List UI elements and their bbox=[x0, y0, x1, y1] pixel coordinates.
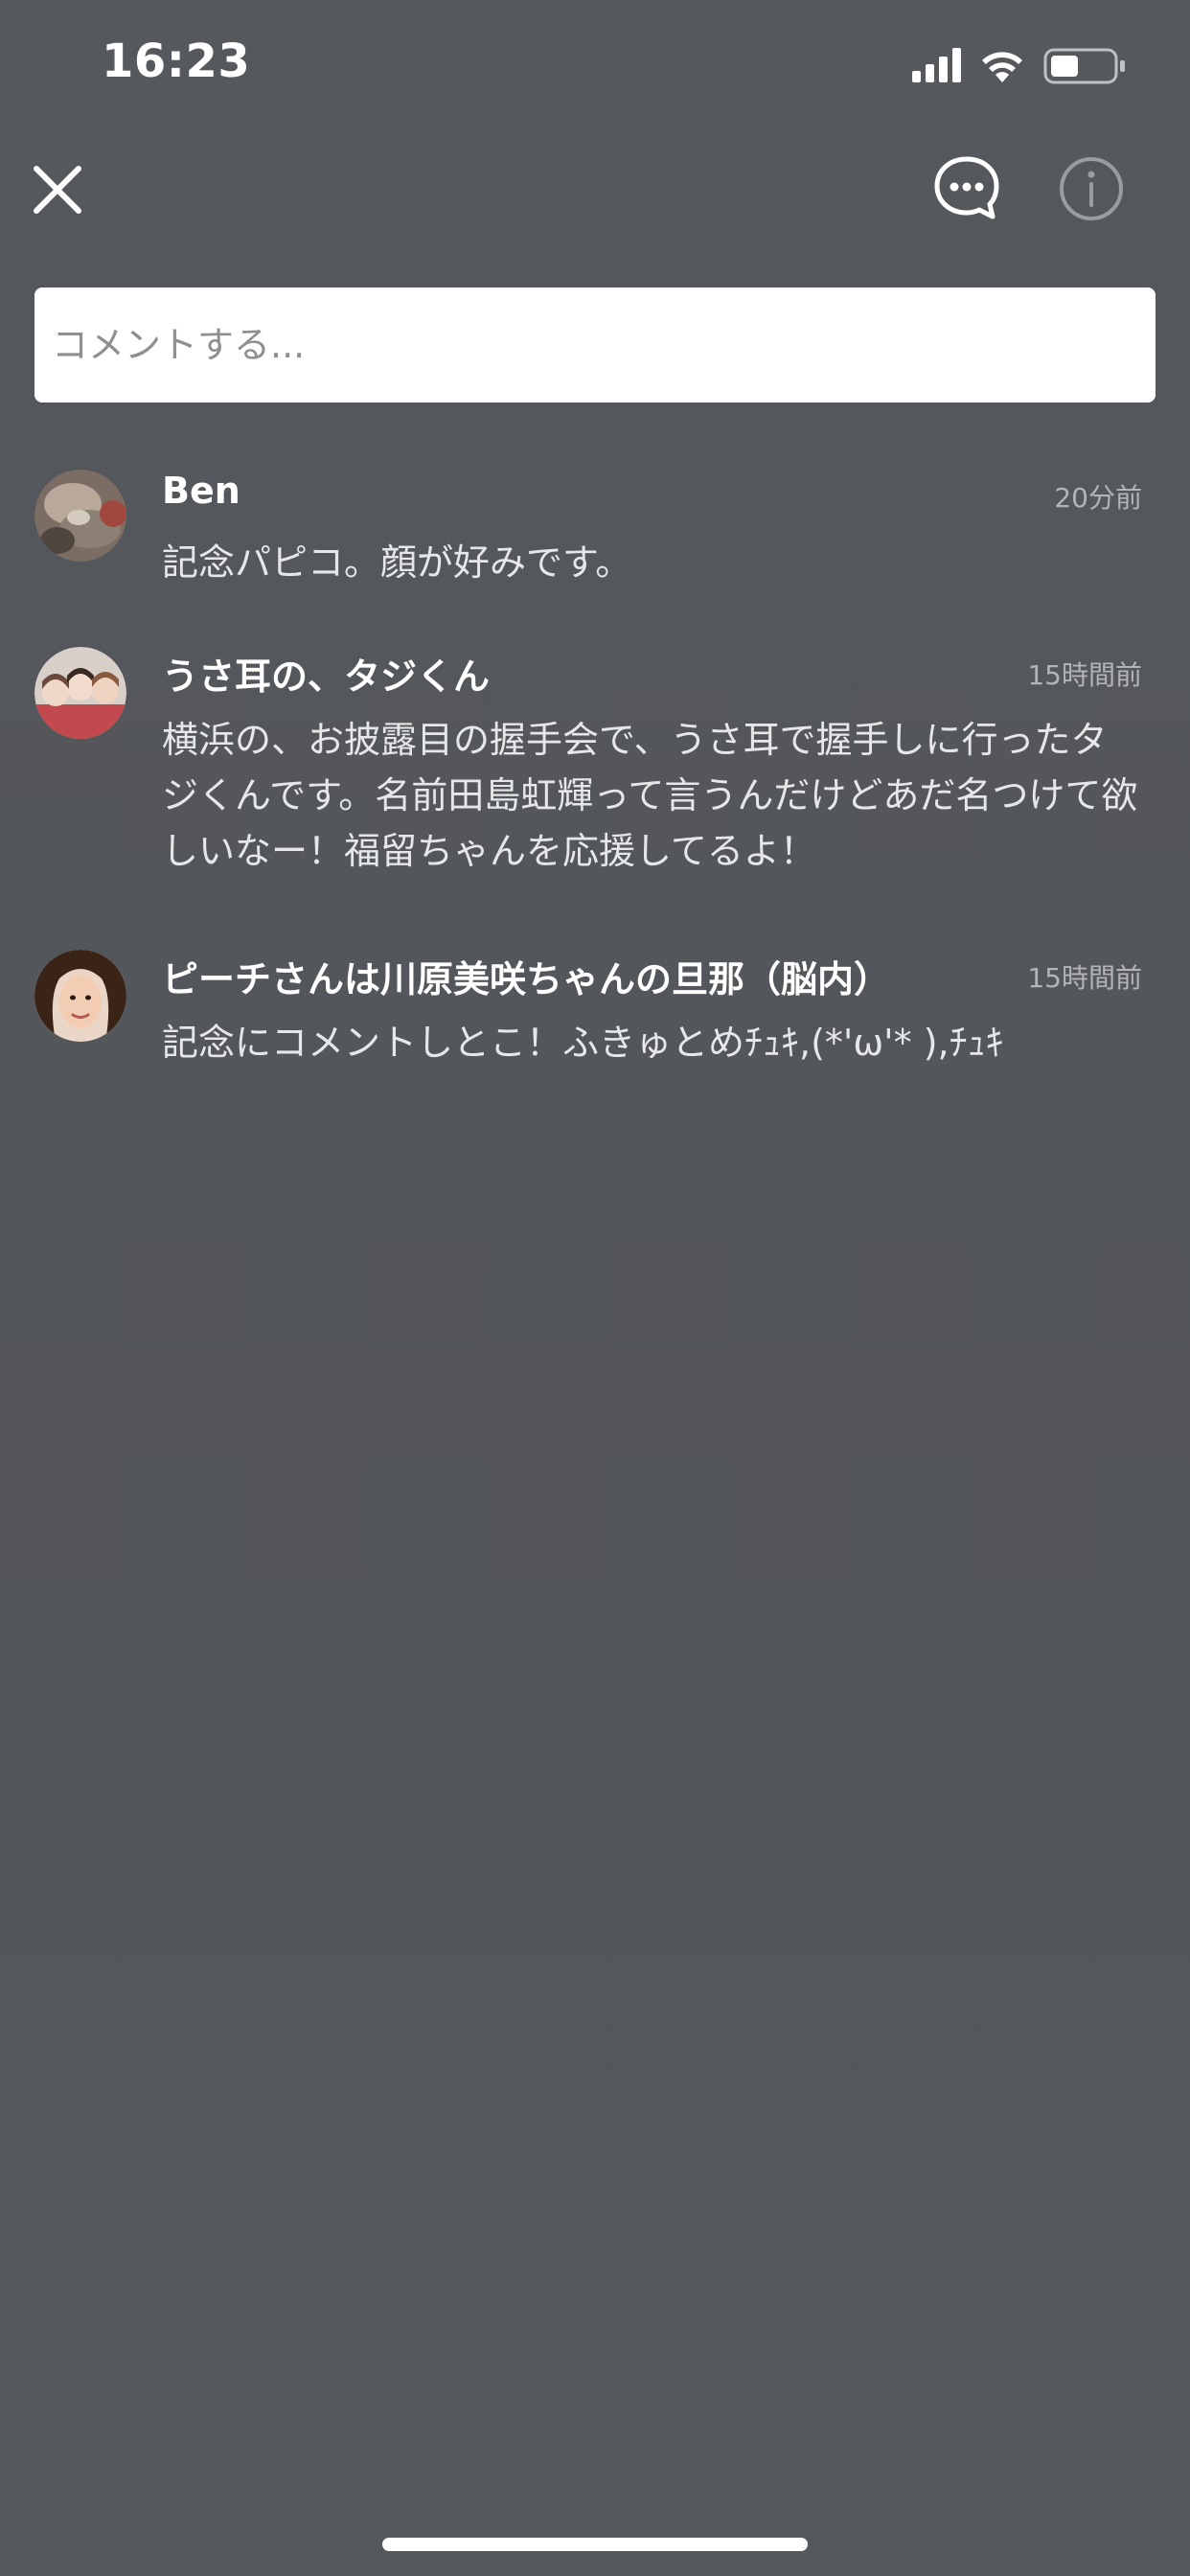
top-nav bbox=[0, 144, 1190, 240]
user-avatar[interactable] bbox=[34, 950, 126, 1042]
comment-timestamp: 15時間前 bbox=[1027, 659, 1142, 691]
wifi-icon bbox=[982, 52, 1022, 82]
comment-timestamp: 20分前 bbox=[1054, 482, 1142, 514]
comment-item: うさ耳の、タジくん 15時間前 横浜の、お披露目の握手会で、うさ耳で握手しに行っ… bbox=[0, 628, 1190, 931]
info-icon[interactable] bbox=[1058, 155, 1125, 222]
close-icon[interactable] bbox=[29, 161, 86, 218]
comment-text: 記念パピコ。顔が好みです。 bbox=[162, 541, 632, 584]
status-icons bbox=[912, 48, 1125, 84]
comment-author[interactable]: ピーチさんは川原美咲ちゃんの旦那（脳内） bbox=[162, 950, 890, 1002]
cellular-signal-icon bbox=[912, 48, 961, 82]
speech-bubble-icon[interactable] bbox=[931, 153, 1002, 224]
comment-author[interactable]: うさ耳の、タジくん bbox=[162, 647, 490, 700]
comment-author[interactable]: Ben bbox=[162, 470, 240, 512]
battery-icon bbox=[1043, 48, 1125, 84]
comment-item: Ben 20分前 記念パピコ。顔が好みです。 bbox=[0, 450, 1190, 628]
comment-list: Ben 20分前 記念パピコ。顔が好みです。 うさ耳の、タジくん 15時間前 横… bbox=[0, 450, 1190, 1108]
status-bar: 16:23 bbox=[0, 0, 1190, 134]
comment-timestamp: 15時間前 bbox=[1027, 962, 1142, 994]
comment-input[interactable] bbox=[34, 288, 1156, 402]
comment-text: 横浜の、お披露目の握手会で、うさ耳で握手しに行ったタジくんです。名前田島虹輝って… bbox=[162, 719, 1138, 872]
user-avatar[interactable] bbox=[34, 647, 126, 739]
user-avatar[interactable] bbox=[34, 470, 126, 562]
comments-screen: 16:23 コメントする... Ben 20分前 記念パピコ。顔が好みです。 う… bbox=[0, 0, 1190, 2576]
comment-text: 記念にコメントしとこ！ふきゅとめﾁｭｷ,(*'ω'* ),ﾁｭｷ bbox=[162, 1022, 1004, 1064]
comment-item: ピーチさんは川原美咲ちゃんの旦那（脳内） 15時間前 記念にコメントしとこ！ふき… bbox=[0, 931, 1190, 1108]
home-indicator[interactable] bbox=[382, 2538, 808, 2551]
status-time: 16:23 bbox=[102, 34, 251, 88]
